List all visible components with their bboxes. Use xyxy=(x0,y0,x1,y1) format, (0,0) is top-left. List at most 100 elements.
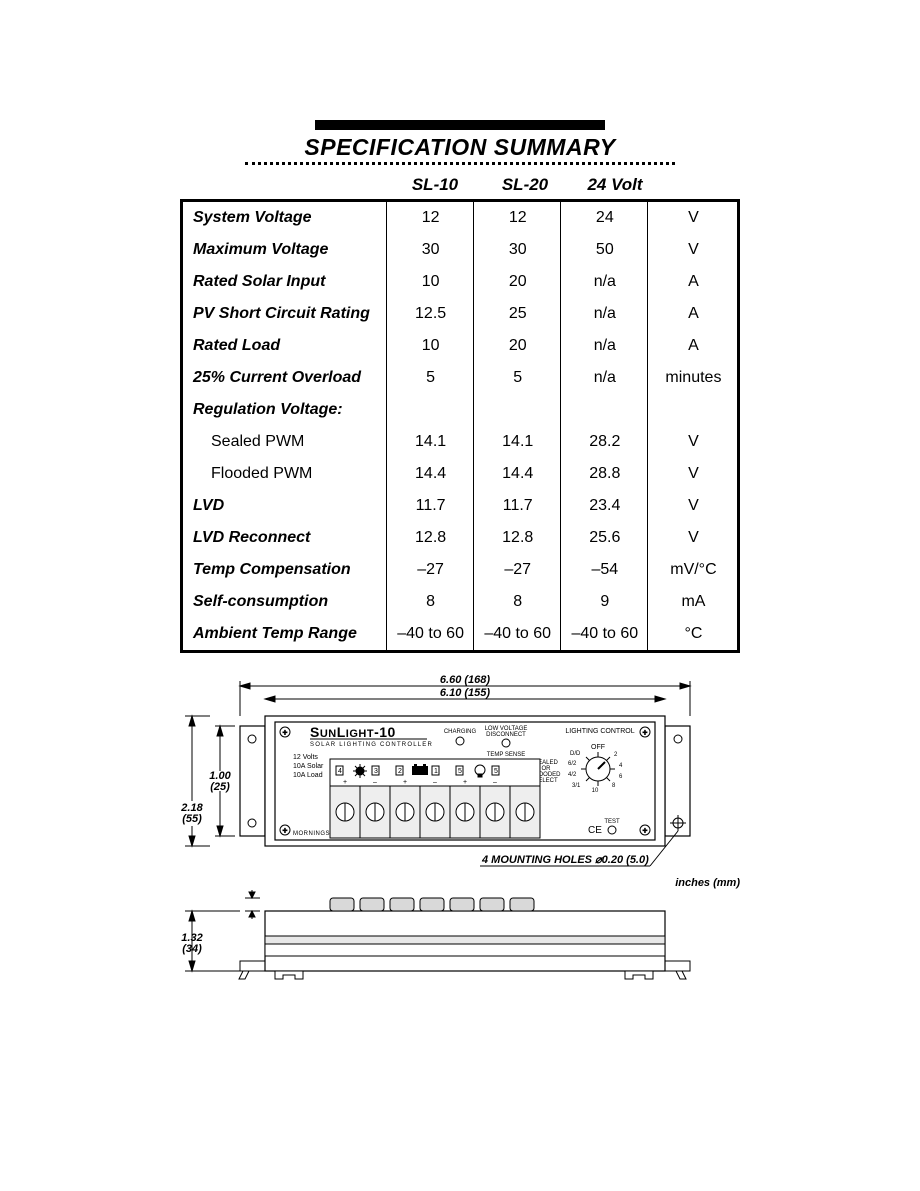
product-subtitle: SOLAR LIGHTING CONTROLLER xyxy=(310,742,433,748)
cell: n/a xyxy=(560,266,647,298)
cell: 9 xyxy=(560,586,647,618)
cell: 12.8 xyxy=(473,522,560,554)
table-row: Rated Load1020n/aA xyxy=(182,330,739,362)
svg-text:–: – xyxy=(373,779,377,786)
row-label: 25% Current Overload xyxy=(182,362,387,394)
cell xyxy=(473,394,560,426)
cell: 12 xyxy=(386,201,473,235)
lbl-lvd2: DISCONNECT xyxy=(486,732,526,738)
svg-text:10: 10 xyxy=(592,788,599,794)
svg-text:+: + xyxy=(463,779,467,786)
cell: 30 xyxy=(473,234,560,266)
cell xyxy=(386,394,473,426)
dim-body-width: 6.10 (155) xyxy=(440,687,490,699)
lbl-lighting: LIGHTING CONTROL xyxy=(565,728,634,735)
dim-overall-width: 6.60 (168) xyxy=(440,674,490,686)
row-label: Ambient Temp Range xyxy=(182,618,387,652)
svg-text:–: – xyxy=(493,779,497,786)
cell: 14.1 xyxy=(473,426,560,458)
cell: 11.7 xyxy=(473,490,560,522)
table-row: Self-consumption889mA xyxy=(182,586,739,618)
table-row: LVD Reconnect12.812.825.6V xyxy=(182,522,739,554)
lbl-10as: 10A Solar xyxy=(293,763,324,770)
svg-text:3: 3 xyxy=(374,768,378,775)
lbl-12v: 12 Volts xyxy=(293,754,318,761)
spec-column-headers: SL-10 SL-20 24 Volt xyxy=(180,175,740,199)
table-row: LVD11.711.723.4V xyxy=(182,490,739,522)
title-underline xyxy=(245,162,675,165)
cell: n/a xyxy=(560,298,647,330)
cell: A xyxy=(647,298,738,330)
row-label: Self-consumption xyxy=(182,586,387,618)
cell: 10 xyxy=(386,330,473,362)
svg-text:+: + xyxy=(643,826,648,835)
cell: 28.2 xyxy=(560,426,647,458)
spec-table-wrap: SL-10 SL-20 24 Volt System Voltage121224… xyxy=(180,175,740,653)
svg-text:+: + xyxy=(343,779,347,786)
row-label: PV Short Circuit Rating xyxy=(182,298,387,330)
table-row: Rated Solar Input1020n/aA xyxy=(182,266,739,298)
cell: 28.8 xyxy=(560,458,647,490)
cell: 30 xyxy=(386,234,473,266)
cell: 14.1 xyxy=(386,426,473,458)
table-row: Sealed PWM14.114.128.2V xyxy=(182,426,739,458)
col-sl20: SL-20 xyxy=(480,175,570,195)
svg-text:(34): (34) xyxy=(182,943,202,955)
svg-text:1: 1 xyxy=(434,768,438,775)
cell: V xyxy=(647,426,738,458)
title-block: SPECIFICATION SUMMARY xyxy=(245,120,675,165)
cell: 8 xyxy=(473,586,560,618)
cell: –40 to 60 xyxy=(386,618,473,652)
cell: °C xyxy=(647,618,738,652)
page-title: SPECIFICATION SUMMARY xyxy=(245,134,675,164)
holes-note: 4 MOUNTING HOLES ⌀0.20 (5.0) xyxy=(481,854,649,866)
cell: mA xyxy=(647,586,738,618)
svg-text:6/2: 6/2 xyxy=(568,761,577,767)
cell: –54 xyxy=(560,554,647,586)
row-label: Regulation Voltage: xyxy=(182,394,387,426)
title-bar xyxy=(315,120,605,130)
row-label: Rated Solar Input xyxy=(182,266,387,298)
cell: 5 xyxy=(473,362,560,394)
svg-text:5: 5 xyxy=(494,768,498,775)
cell: mV/°C xyxy=(647,554,738,586)
cell xyxy=(647,394,738,426)
table-row: PV Short Circuit Rating12.525n/aA xyxy=(182,298,739,330)
cell: 14.4 xyxy=(473,458,560,490)
cell: 50 xyxy=(560,234,647,266)
table-row: Flooded PWM14.414.428.8V xyxy=(182,458,739,490)
cell: –27 xyxy=(386,554,473,586)
table-row: Temp Compensation–27–27–54mV/°C xyxy=(182,554,739,586)
svg-text:TEST: TEST xyxy=(604,819,620,825)
cell: 12.8 xyxy=(386,522,473,554)
cell: V xyxy=(647,490,738,522)
row-label: Rated Load xyxy=(182,330,387,362)
cell: 25 xyxy=(473,298,560,330)
cell: 5 xyxy=(386,362,473,394)
svg-text:–: – xyxy=(433,779,437,786)
table-row: 25% Current Overload55n/aminutes xyxy=(182,362,739,394)
row-label: Flooded PWM xyxy=(182,458,387,490)
lbl-charging: CHARGING xyxy=(444,729,477,735)
cell: 25.6 xyxy=(560,522,647,554)
col-24v: 24 Volt xyxy=(570,175,660,195)
cell: 10 xyxy=(386,266,473,298)
cell: V xyxy=(647,234,738,266)
cell: n/a xyxy=(560,362,647,394)
svg-text:5: 5 xyxy=(458,768,462,775)
svg-text:(55): (55) xyxy=(182,813,202,825)
svg-text:+: + xyxy=(283,826,288,835)
lbl-10al: 10A Load xyxy=(293,772,323,779)
col-sl10: SL-10 xyxy=(390,175,480,195)
cell: 24 xyxy=(560,201,647,235)
row-label: Temp Compensation xyxy=(182,554,387,586)
cell: –40 to 60 xyxy=(473,618,560,652)
svg-text:4/2: 4/2 xyxy=(568,772,577,778)
row-label: System Voltage xyxy=(182,201,387,235)
row-label: LVD Reconnect xyxy=(182,522,387,554)
svg-text:2: 2 xyxy=(398,768,402,775)
lbl-temp: TEMP SENSE xyxy=(487,752,526,758)
svg-text:CE: CE xyxy=(588,825,602,836)
cell: V xyxy=(647,522,738,554)
cell xyxy=(560,394,647,426)
